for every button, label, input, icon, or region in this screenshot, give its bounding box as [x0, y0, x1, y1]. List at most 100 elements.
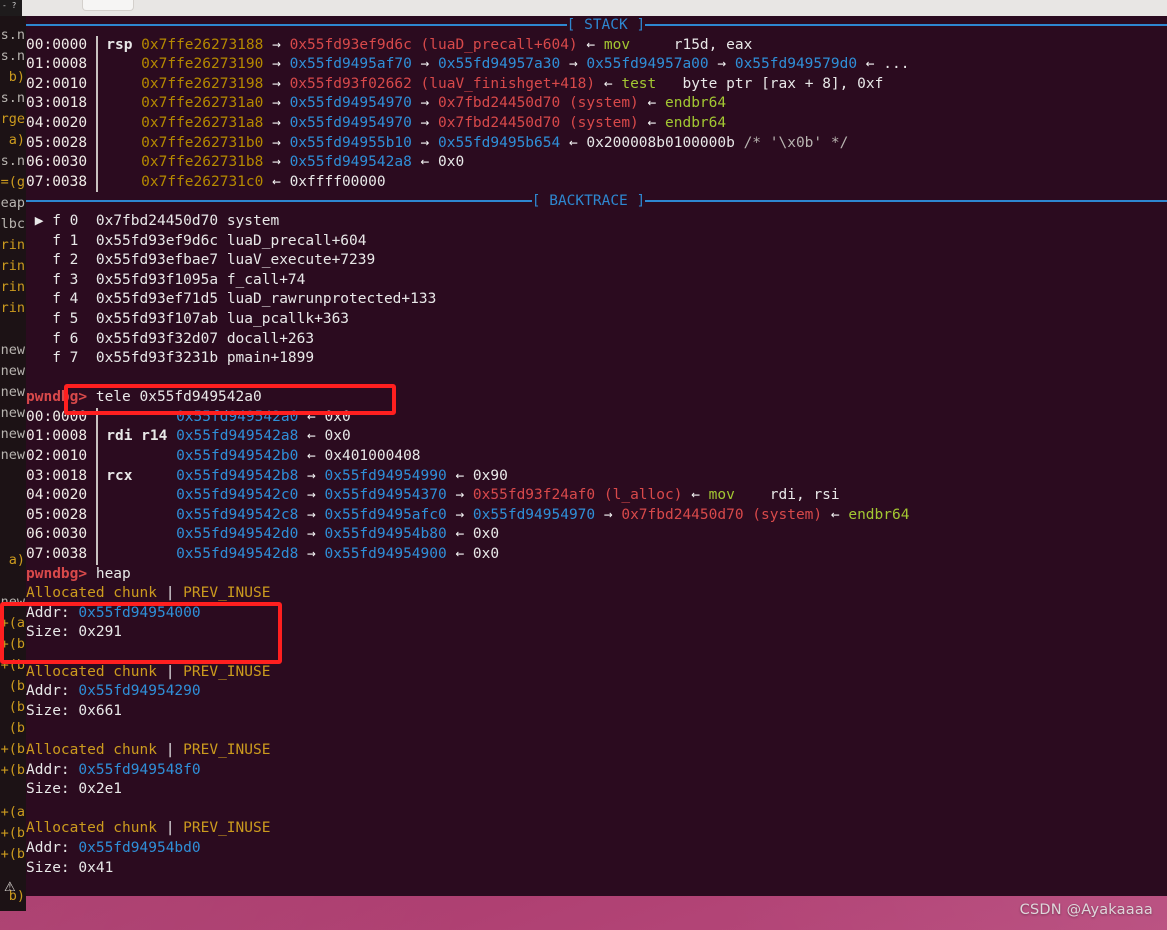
background-terminal-line: rin: [0, 299, 26, 317]
telescope-row: 05:0028 0x55fd949542c8 → 0x55fd9495afc0 …: [26, 506, 1167, 526]
telescope-index: 07:0038: [26, 545, 98, 565]
deref-arrow: →: [307, 487, 316, 503]
backtrace-frame-index: f 7: [52, 350, 96, 366]
value-arrow: ←: [831, 507, 840, 523]
backtrace-frame-address: 0x55fd93efbae7: [96, 252, 227, 268]
stack-row-register: rsp: [98, 37, 142, 53]
backtrace-row: f 6 0x55fd93f32d07 docall+263: [26, 330, 1167, 350]
background-terminal-line: s.n: [0, 26, 26, 44]
backtrace-current-marker: [26, 311, 52, 327]
background-terminal-line: +(b: [0, 635, 26, 653]
stack-row-address: 0x7ffe262731c0: [141, 174, 263, 190]
heap-chunk-size: Size: 0x41: [26, 859, 1167, 879]
deref-arrow: →: [272, 115, 281, 131]
stack-row-address: 0x7ffe26273190: [141, 56, 263, 72]
chunk-header-text: Allocated chunk | PREV_INUSE: [26, 664, 270, 680]
deref-arrow: →: [421, 56, 430, 72]
stack-row: 06:0030 0x7ffe262731b8 → 0x55fd949542a8 …: [26, 153, 1167, 173]
telescope-row-address: 0x55fd949542b0: [176, 448, 298, 464]
telescope-row-register: [98, 546, 177, 562]
value-arrow: ←: [307, 409, 316, 425]
stack-row-chain: → 0x55fd9495af70 → 0x55fd94957a30 → 0x55…: [263, 56, 909, 72]
backtrace-row: f 2 0x55fd93efbae7 luaV_execute+7239: [26, 251, 1167, 271]
app-menu-icon[interactable]: - ?: [2, 1, 16, 11]
backtrace-current-marker: [26, 272, 52, 288]
pwndbg-terminal-window[interactable]: [ STACK ]00:0000 rsp 0x7ffe26273188 → 0x…: [26, 16, 1167, 896]
background-terminal-line: new: [0, 593, 26, 611]
telescope-row-register: [98, 526, 177, 542]
chunk-addr-value: 0x55fd94954bd0: [78, 840, 200, 856]
heap-chunk-address: Addr: 0x55fd94954000: [26, 604, 1167, 624]
stack-row-register: [98, 174, 142, 190]
backtrace-frame-symbol: luaD_precall+604: [227, 233, 367, 249]
backtrace-frame-symbol: f_call+74: [227, 272, 306, 288]
stack-row-chain: → 0x55fd94954970 → 0x7fbd24450d70 (syste…: [263, 95, 726, 111]
background-terminal-window[interactable]: s.ns.nb)s.nrgea)s.n=(geaplbcrinrinrinrin…: [0, 16, 26, 911]
backtrace-frame-symbol: system: [227, 213, 279, 229]
backtrace-frame-index: f 5: [52, 311, 96, 327]
background-window-tab[interactable]: [82, 0, 134, 11]
telescope-row-chain: → 0x55fd94954900 ← 0x0: [298, 546, 499, 562]
chunk-addr-label: Addr:: [26, 762, 78, 778]
telescope-row-address: 0x55fd949542b8: [176, 468, 298, 484]
backtrace-frame-index: f 4: [52, 291, 96, 307]
value-arrow: ←: [691, 487, 700, 503]
telescope-row: 04:0020 0x55fd949542c0 → 0x55fd94954370 …: [26, 486, 1167, 506]
stack-row-address: 0x7ffe262731a8: [141, 115, 263, 131]
telescope-index: 02:0010: [26, 75, 98, 95]
value-arrow: ←: [455, 468, 464, 484]
background-terminal-line: s.n: [0, 47, 26, 65]
watermark: CSDN @Ayakaaaa: [1020, 902, 1153, 918]
stack-row: 02:0010 0x7ffe26273198 → 0x55fd93f02662 …: [26, 75, 1167, 95]
telescope-row-chain: ← 0x0: [298, 428, 350, 444]
telescope-row-register: [98, 487, 177, 503]
telescope-index: 06:0030: [26, 153, 98, 173]
background-terminal-line: +(a: [0, 614, 26, 632]
pwndbg-prompt: pwndbg>: [26, 389, 87, 405]
deref-arrow: →: [421, 135, 430, 151]
telescope-index: 07:0038: [26, 173, 98, 193]
heap-chunk-header: Allocated chunk | PREV_INUSE: [26, 584, 1167, 604]
section-title: [ BACKTRACE ]: [532, 193, 646, 209]
chunk-header-text: Allocated chunk | PREV_INUSE: [26, 742, 270, 758]
background-terminal-line: s.n: [0, 89, 26, 107]
value-arrow: ←: [272, 174, 281, 190]
command-line-heap[interactable]: pwndbg> heap: [26, 565, 1167, 585]
chunk-addr-value: 0x55fd94954290: [78, 683, 200, 699]
heap-chunk-highlighted-header: Allocated chunk | PREV_INUSE: [26, 663, 1167, 683]
background-terminal-line: +(b: [0, 740, 26, 758]
backtrace-frame-address: 0x55fd93ef9d6c: [96, 233, 227, 249]
backtrace-frame-index: f 1: [52, 233, 96, 249]
chunk-size-label: Size:: [26, 781, 78, 797]
chunk-size-label: Size:: [26, 860, 78, 876]
telescope-row-register: rcx: [98, 468, 177, 484]
telescope-row-register: [98, 448, 177, 464]
backtrace-row: f 1 0x55fd93ef9d6c luaD_precall+604: [26, 232, 1167, 252]
stack-row-address: 0x7ffe262731a0: [141, 95, 263, 111]
command-line-tele[interactable]: pwndbg> tele 0x55fd949542a0: [26, 388, 1167, 408]
background-terminal-line: [0, 320, 26, 338]
backtrace-frame-symbol: docall+263: [227, 331, 314, 347]
background-terminal-line: (b: [0, 698, 26, 716]
telescope-row: 03:0018 rcx 0x55fd949542b8 → 0x55fd94954…: [26, 467, 1167, 487]
stack-row-register: [98, 95, 142, 111]
value-arrow: ←: [866, 56, 875, 72]
telescope-row-address: 0x55fd949542a0: [176, 409, 298, 425]
deref-arrow: →: [421, 115, 430, 131]
telescope-row-chain: ← 0x0: [298, 409, 350, 425]
telescope-row-chain: → 0x55fd94954370 → 0x55fd93f24af0 (l_all…: [298, 487, 839, 503]
value-arrow: ←: [604, 76, 613, 92]
telescope-row: 02:0010 0x55fd949542b0 ← 0x401000408: [26, 447, 1167, 467]
stack-row: 04:0020 0x7ffe262731a8 → 0x55fd94954970 …: [26, 114, 1167, 134]
warning-icon: ⚠: [4, 880, 16, 895]
telescope-row: 00:0000 0x55fd949542a0 ← 0x0: [26, 408, 1167, 428]
backtrace-row: f 7 0x55fd93f3231b pmain+1899: [26, 349, 1167, 369]
stack-row: 07:0038 0x7ffe262731c0 ← 0xffff00000: [26, 173, 1167, 193]
backtrace-current-marker: ▶: [26, 213, 52, 229]
deref-arrow: →: [421, 95, 430, 111]
background-terminal-line: lbc: [0, 215, 26, 233]
background-terminal-line: new: [0, 341, 26, 359]
background-terminal-line: b): [0, 68, 26, 86]
backtrace-frame-address: 0x55fd93f1095a: [96, 272, 227, 288]
background-terminal-line: eap: [0, 194, 26, 212]
